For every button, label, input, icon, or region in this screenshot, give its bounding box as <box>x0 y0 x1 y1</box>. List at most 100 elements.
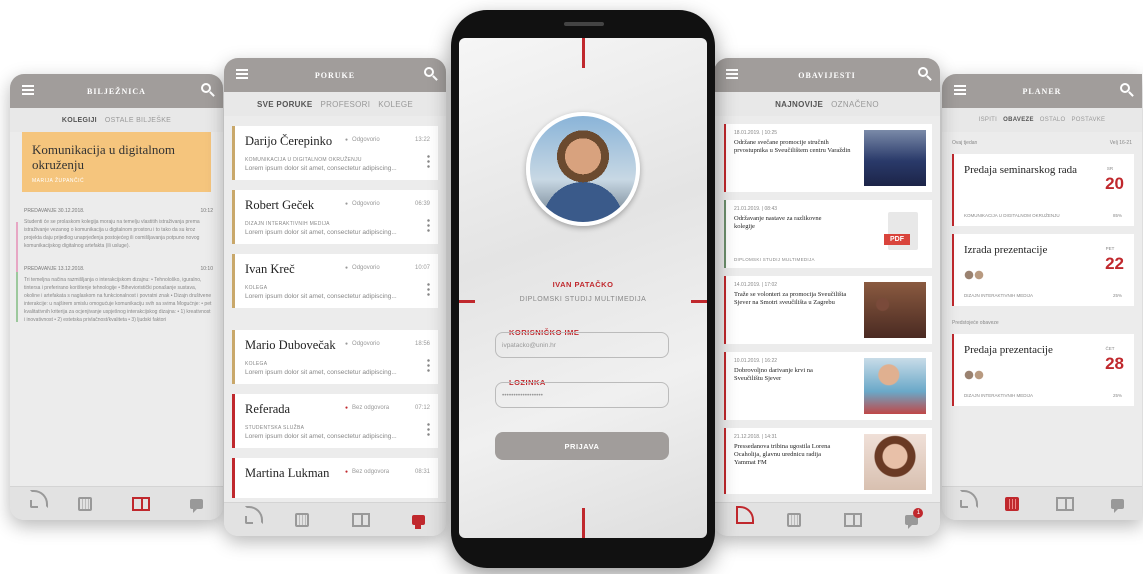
task-course: DIZAJN INTERAKTIVNIH MEDIJA <box>964 293 1034 298</box>
avatars <box>964 270 986 280</box>
notebook-icon[interactable] <box>844 512 863 527</box>
feed-icon[interactable] <box>30 489 48 508</box>
message-category: KOLEGA <box>245 361 268 367</box>
tab-oznaceno[interactable]: OZNAČENO <box>831 100 879 109</box>
username-input[interactable] <box>495 332 669 358</box>
task-day: 22 <box>1105 254 1124 273</box>
task-card[interactable]: Izrada prezentacije PET 22 DIZAJN INTERA… <box>952 234 1134 306</box>
bottom-nav: 1 <box>714 502 940 536</box>
task-title: Izrada prezentacije <box>964 244 1048 256</box>
tab-obaveze[interactable]: OBAVEZE <box>1003 117 1034 123</box>
tab-profesori[interactable]: PROFESORI <box>320 100 370 109</box>
news-item[interactable]: 21.01.2019. | 08:43 Održavanje nastave z… <box>724 200 932 268</box>
login-screen: IVAN PATAČKO DIPLOMSKI STUDIJ MULTIMEDIJ… <box>459 38 707 538</box>
message-preview: Lorem ipsum dolor sit amet, consectetur … <box>245 433 397 440</box>
decor-line <box>582 38 585 68</box>
more-options-icon[interactable] <box>427 218 430 232</box>
planner-tabs: ISPITI OBAVEZE OSTALO POSTAVKE <box>942 108 1142 132</box>
message-preview: Lorem ipsum dolor sit amet, consectetur … <box>245 229 397 236</box>
password-input[interactable] <box>495 382 669 408</box>
message-status: Odgovorio <box>345 137 380 143</box>
menu-icon[interactable] <box>236 69 248 79</box>
chat-icon[interactable]: 1 <box>905 507 924 529</box>
tab-ostale-biljeske[interactable]: OSTALE BILJEŠKE <box>105 117 171 124</box>
notebook-icon[interactable] <box>132 496 150 511</box>
news-item[interactable]: 18.01.2019. | 10:25 Održane svečane prom… <box>724 124 932 192</box>
news-item[interactable]: 10.01.2019. | 16:22 Dobrovoljno darivanj… <box>724 352 932 420</box>
calendar-icon[interactable] <box>78 496 92 511</box>
menu-icon[interactable] <box>954 85 966 95</box>
task-card[interactable]: Predaja seminarskog rada SR 20 KOMUNIKAC… <box>952 154 1134 226</box>
message-item[interactable]: Mario Dubovečak Odgovorio 18:56 KOLEGA L… <box>232 330 438 384</box>
notebook-icon[interactable] <box>1055 496 1074 511</box>
planner-title: PLANER <box>1022 86 1062 96</box>
decor-line <box>582 508 585 538</box>
avatar <box>526 112 640 226</box>
task-title: Predaja seminarskog rada <box>964 164 1078 176</box>
chat-icon[interactable] <box>411 514 425 529</box>
message-category: DIZAJN INTERAKTIVNIH MEDIJA <box>245 221 330 227</box>
search-icon[interactable] <box>1120 83 1130 93</box>
more-options-icon[interactable] <box>427 358 430 372</box>
notebook-icon[interactable] <box>351 512 370 527</box>
more-options-icon[interactable] <box>427 422 430 436</box>
message-sender: Robert Geček <box>245 198 315 212</box>
note-section-body: Studenti će se prolaskom kolegija moraju… <box>24 219 200 249</box>
message-preview: Lorem ipsum dolor sit amet, consectetur … <box>245 165 397 172</box>
news-tabs: NAJNOVIJE OZNAČENO <box>714 92 940 116</box>
task-day: 20 <box>1105 174 1124 193</box>
calendar-icon[interactable] <box>786 512 801 527</box>
feed-icon[interactable] <box>735 505 754 524</box>
search-icon[interactable] <box>424 67 434 77</box>
news-text: Traže se volonteri za promocija Sveučili… <box>734 291 847 306</box>
feed-icon[interactable] <box>960 489 979 508</box>
message-status: Odgovorio <box>345 265 380 271</box>
tab-postavke[interactable]: POSTAVKE <box>1072 117 1106 123</box>
tab-najnovije[interactable]: NAJNOVIJE <box>775 100 823 109</box>
task-weekday: PET <box>1105 246 1115 251</box>
messages-screen: PORUKE SVE PORUKE PROFESORI KOLEGE Darij… <box>224 58 446 536</box>
message-time: 18:56 <box>414 341 430 347</box>
login-button[interactable]: PRIJAVA <box>495 432 669 460</box>
tab-ispiti[interactable]: ISPITI <box>979 117 997 123</box>
color-marker <box>16 222 18 272</box>
bottom-nav <box>224 502 446 536</box>
calendar-icon[interactable] <box>295 512 310 527</box>
note-card[interactable]: Komunikacija u digitalnom okruženju MARI… <box>22 132 211 192</box>
tab-kolege[interactable]: KOLEGE <box>378 100 413 109</box>
feed-icon[interactable] <box>245 505 264 524</box>
news-footer: DIPLOMSKI STUDIJ MULTIMEDIJA <box>734 257 815 262</box>
task-card[interactable]: Predaja prezentacije ČET 28 DIZAJN INTER… <box>952 334 1134 406</box>
message-item[interactable]: Darijo Čerepinko Odgovorio 13:22 KOMUNIK… <box>232 126 438 180</box>
chat-icon[interactable] <box>190 498 203 513</box>
message-time: 06:39 <box>414 201 430 207</box>
chat-icon[interactable] <box>1110 498 1124 513</box>
menu-icon[interactable] <box>726 69 738 79</box>
news-item[interactable]: 21.12.2018. | 14:31 Pressedanova tribina… <box>724 428 932 494</box>
message-item[interactable]: Referada Bez odgovora 07:12 STUDENTSKA S… <box>232 394 438 448</box>
more-options-icon[interactable] <box>427 154 430 168</box>
more-options-icon[interactable] <box>427 282 430 296</box>
planner-screen: PLANER ISPITI OBAVEZE OSTALO POSTAVKE Ov… <box>942 74 1142 520</box>
search-icon[interactable] <box>918 67 928 77</box>
pdf-icon[interactable]: PDF <box>884 212 918 250</box>
bottom-nav <box>942 486 1142 520</box>
note-section-date: PREDAVANJE 13.12.2018. <box>24 266 85 272</box>
color-marker <box>16 272 18 322</box>
calendar-icon[interactable] <box>1005 496 1020 511</box>
section-date-range: Velj 16-21 <box>1109 140 1132 146</box>
message-item[interactable]: Ivan Kreč Odgovorio 10:07 KOLEGA Lorem i… <box>232 254 438 308</box>
news-text: Dobrovoljno darivanje krvi na Sveučilišt… <box>734 367 813 382</box>
tab-sve-poruke[interactable]: SVE PORUKE <box>257 100 312 109</box>
search-icon[interactable] <box>201 83 211 93</box>
message-item[interactable]: Martina Lukman Bez odgovora 08:31 <box>232 458 438 498</box>
news-date: 21.01.2019. | 08:43 <box>734 206 778 212</box>
news-text: Održane svečane promocije stručnih prvos… <box>734 139 851 154</box>
tab-ostalo[interactable]: OSTALO <box>1040 117 1066 123</box>
news-item[interactable]: 14.01.2019. | 17:02 Traže se volonteri z… <box>724 276 932 344</box>
tab-kolegiji[interactable]: KOLEGIJI <box>62 117 97 124</box>
message-status: Odgovorio <box>345 201 380 207</box>
message-item[interactable]: Robert Geček Odgovorio 06:39 DIZAJN INTE… <box>232 190 438 244</box>
news-image <box>864 130 926 186</box>
menu-icon[interactable] <box>22 85 34 95</box>
